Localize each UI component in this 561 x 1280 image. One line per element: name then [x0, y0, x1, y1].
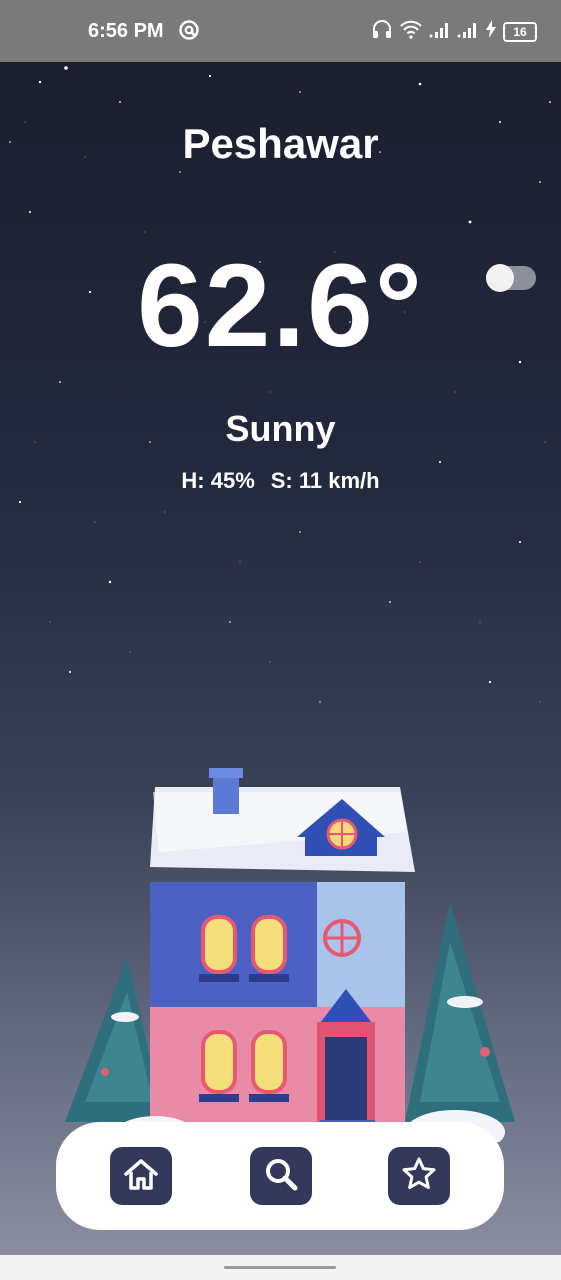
signal-icon-1 — [429, 20, 451, 43]
battery-level: 16 — [503, 21, 537, 42]
star-icon — [401, 1156, 437, 1197]
unit-toggle[interactable] — [486, 264, 536, 292]
search-icon — [263, 1156, 299, 1197]
house-illustration — [65, 768, 515, 1142]
home-button[interactable] — [110, 1147, 172, 1205]
headphones-icon — [371, 19, 393, 44]
search-button[interactable] — [250, 1147, 312, 1205]
wind-speed: S: 11 km/h — [270, 468, 380, 493]
home-indicator[interactable] — [224, 1266, 336, 1269]
temperature: 62.6° — [137, 240, 424, 372]
status-icons: 16 — [371, 19, 537, 44]
weather-scene: Peshawar 62.6° Sunny H: 45% S: 11 km/h — [0, 62, 561, 1255]
weather-stats: H: 45% S: 11 km/h — [0, 468, 561, 494]
city-name: Peshawar — [182, 120, 379, 167]
bottom-nav — [56, 1122, 504, 1230]
at-sign-icon — [178, 19, 200, 46]
weather-condition: Sunny — [225, 408, 336, 449]
home-icon — [122, 1157, 160, 1196]
humidity: H: 45% — [181, 468, 255, 493]
status-bar: 6:56 PM 16 — [0, 0, 561, 62]
charging-icon — [485, 20, 497, 43]
wifi-icon — [399, 19, 423, 44]
status-time: 6:56 PM — [88, 20, 164, 42]
toggle-knob — [486, 264, 514, 292]
favorites-button[interactable] — [388, 1147, 450, 1205]
signal-icon-2 — [457, 20, 479, 43]
gesture-bar — [0, 1255, 561, 1280]
